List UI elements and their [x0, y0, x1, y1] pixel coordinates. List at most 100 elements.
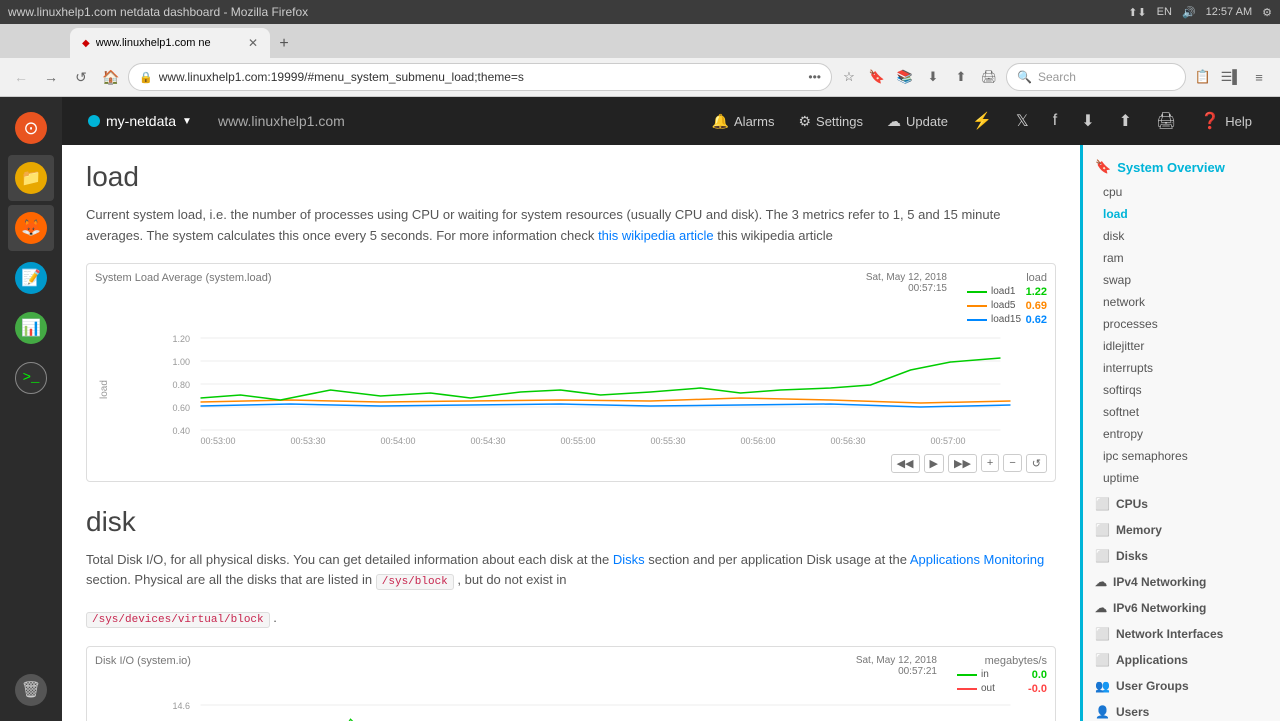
- svg-text:00:54:00: 00:54:00: [381, 436, 416, 446]
- taskbar-calc[interactable]: 📊: [8, 305, 54, 351]
- upload2-button[interactable]: ⬆: [1107, 105, 1144, 137]
- load-zoom-in-button[interactable]: +: [981, 454, 999, 472]
- sidebar-toggle-button[interactable]: ☰▌: [1218, 64, 1244, 90]
- sidebar-group-network-interfaces[interactable]: ⬜ Network Interfaces: [1083, 619, 1280, 645]
- out-value: -0.0: [1028, 683, 1047, 695]
- load-legend: load load1 1.22 load5 0.69: [967, 272, 1047, 326]
- taskbar-ubuntu[interactable]: ⊙: [8, 105, 54, 151]
- toolbar-icons-right: 📋 ☰▌ ≡: [1190, 64, 1272, 90]
- sidebar-disk[interactable]: disk: [1083, 225, 1280, 247]
- facebook-button[interactable]: f: [1041, 106, 1069, 136]
- load15-value: 0.62: [1026, 314, 1047, 326]
- sidebar-group-user-groups[interactable]: 👥 User Groups: [1083, 671, 1280, 697]
- logo-dropdown-arrow: ▼: [182, 116, 192, 127]
- twitter-button[interactable]: 𝕏: [1004, 105, 1041, 137]
- taskbar-terminal[interactable]: >_: [8, 355, 54, 401]
- ipv6-group-label: IPv6 Networking: [1113, 601, 1206, 615]
- tab-favicon: ◆: [82, 38, 90, 49]
- disk-desc-text2: section and per application Disk usage a…: [648, 552, 907, 567]
- taskbar-firefox[interactable]: 🦊: [8, 205, 54, 251]
- library-button[interactable]: 📋: [1190, 64, 1216, 90]
- alarms-button[interactable]: 🔔 Alarms: [700, 107, 787, 136]
- disks-group-icon: ⬜: [1095, 549, 1110, 563]
- print2-button[interactable]: 🖨: [1144, 105, 1188, 137]
- network-status-icon: ⬆⬇: [1128, 6, 1146, 19]
- download-button[interactable]: ⬇: [1069, 105, 1106, 137]
- tab-close-button[interactable]: ✕: [248, 36, 258, 50]
- bookmarks-list-button[interactable]: 🔖: [864, 64, 890, 90]
- print2-icon: 🖨: [1156, 111, 1176, 131]
- forward-button[interactable]: →: [38, 64, 64, 90]
- load15-legend: load15 0.62: [967, 314, 1047, 326]
- disk-desc-code2: /sys/devices/virtual/block .: [86, 608, 1056, 630]
- sidebar-group-memory[interactable]: ⬜ Memory: [1083, 515, 1280, 541]
- sidebar-ram[interactable]: ram: [1083, 247, 1280, 269]
- sidebar-group-cpus[interactable]: ⬜ CPUs: [1083, 489, 1280, 515]
- search-bar[interactable]: 🔍 Search: [1006, 63, 1186, 91]
- sidebar-group-applications[interactable]: ⬜ Applications: [1083, 645, 1280, 671]
- settings-icon[interactable]: ⚙: [1262, 6, 1272, 19]
- apps-monitoring-link[interactable]: Applications Monitoring: [910, 552, 1044, 567]
- menu-button[interactable]: ≡: [1246, 64, 1272, 90]
- browser-toolbar: ← → ↺ 🏠 🔒 www.linuxhelp1.com:19999/#menu…: [0, 58, 1280, 96]
- load-wiki-link[interactable]: this wikipedia article: [598, 228, 714, 243]
- taskbar-writer[interactable]: 📝: [8, 255, 54, 301]
- sidebar-softnet[interactable]: softnet: [1083, 401, 1280, 423]
- url-menu-dots[interactable]: •••: [808, 70, 821, 84]
- system-overview-section[interactable]: 🔖 System Overview: [1083, 153, 1280, 181]
- help-button[interactable]: ❓ Help: [1188, 105, 1264, 137]
- load-next-button[interactable]: ▶▶: [948, 454, 977, 473]
- sidebar-softirqs[interactable]: softirqs: [1083, 379, 1280, 401]
- downloads-button[interactable]: ⬇: [920, 64, 946, 90]
- svg-text:1.20: 1.20: [173, 334, 191, 344]
- load-prev-button[interactable]: ◀◀: [891, 454, 920, 473]
- reload-button[interactable]: ↺: [68, 64, 94, 90]
- disks-link[interactable]: Disks: [613, 552, 645, 567]
- sidebar-interrupts[interactable]: interrupts: [1083, 357, 1280, 379]
- bookmark-star-button[interactable]: ☆: [836, 64, 862, 90]
- sidebar-group-ipv6[interactable]: ☁ IPv6 Networking: [1083, 593, 1280, 619]
- taskbar-files[interactable]: 📁: [8, 155, 54, 201]
- sidebar-entropy[interactable]: entropy: [1083, 423, 1280, 445]
- sidebar-uptime[interactable]: uptime: [1083, 467, 1280, 489]
- sidebar-processes[interactable]: processes: [1083, 313, 1280, 335]
- back-button[interactable]: ←: [8, 64, 34, 90]
- svg-text:00:57:00: 00:57:00: [931, 436, 966, 446]
- sidebar-group-users[interactable]: 👤 Users: [1083, 697, 1280, 721]
- print-button[interactable]: 🖨: [976, 64, 1002, 90]
- load-reset-button[interactable]: ↺: [1026, 454, 1047, 473]
- taskbar-trash[interactable]: 🗑: [8, 667, 54, 713]
- disk-section-desc: Total Disk I/O, for all physical disks. …: [86, 550, 1056, 592]
- new-tab-button[interactable]: +: [270, 30, 298, 58]
- sidebar-group-ipv4[interactable]: ☁ IPv4 Networking: [1083, 567, 1280, 593]
- settings-button[interactable]: ⚙ Settings: [786, 107, 875, 136]
- upload2-icon: ⬆: [1119, 111, 1132, 131]
- sidebar-network[interactable]: network: [1083, 291, 1280, 313]
- main-scroll[interactable]: load Current system load, i.e. the numbe…: [62, 145, 1080, 721]
- address-bar[interactable]: 🔒 www.linuxhelp1.com:19999/#menu_system_…: [128, 63, 832, 91]
- load-chart-title: System Load Average (system.load): [95, 272, 272, 284]
- github-button[interactable]: ⚡: [960, 105, 1004, 137]
- in-color: [957, 674, 977, 676]
- extensions-button[interactable]: 📚: [892, 64, 918, 90]
- sidebar-idlejitter[interactable]: idlejitter: [1083, 335, 1280, 357]
- sidebar-group-disks[interactable]: ⬜ Disks: [1083, 541, 1280, 567]
- sidebar-load[interactable]: load: [1083, 203, 1280, 225]
- home-button[interactable]: 🏠: [98, 64, 124, 90]
- load-chart-container: System Load Average (system.load) Sat, M…: [86, 263, 1056, 482]
- sidebar-swap[interactable]: swap: [1083, 269, 1280, 291]
- load-play-button[interactable]: ▶: [924, 454, 944, 473]
- browser-tab-active[interactable]: ◆ www.linuxhelp1.com ne ✕: [70, 28, 270, 58]
- settings-label: Settings: [816, 114, 863, 129]
- load-zoom-out-button[interactable]: −: [1003, 454, 1021, 472]
- sidebar-ipc[interactable]: ipc semaphores: [1083, 445, 1280, 467]
- upload-button[interactable]: ⬆: [948, 64, 974, 90]
- sidebar-cpu[interactable]: cpu: [1083, 181, 1280, 203]
- load5-value: 0.69: [1026, 300, 1047, 312]
- netdata-logo-button[interactable]: my-netdata ▼: [78, 107, 202, 135]
- svg-text:00:53:30: 00:53:30: [291, 436, 326, 446]
- ipv6-group-icon: ☁: [1095, 601, 1107, 615]
- help-label: Help: [1225, 114, 1252, 129]
- update-button[interactable]: ☁ Update: [875, 107, 960, 136]
- alarms-icon: 🔔: [712, 113, 729, 130]
